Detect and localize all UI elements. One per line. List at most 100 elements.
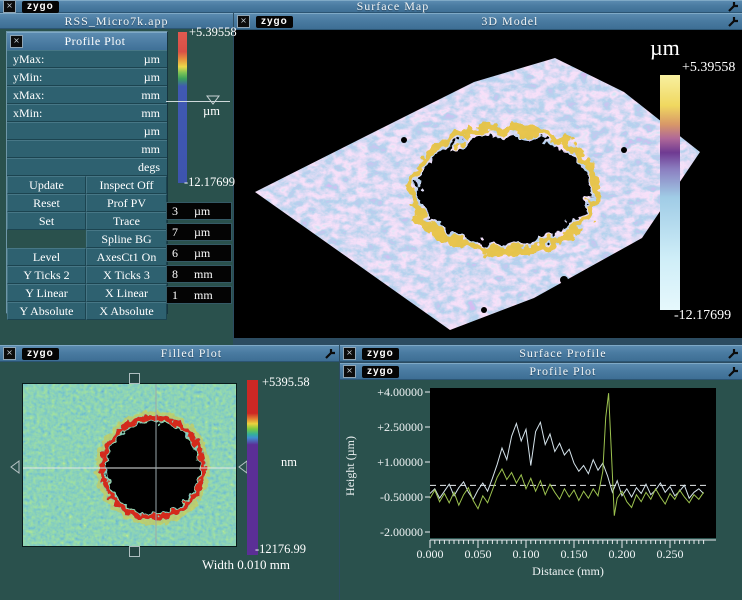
y-axis-title: Height (µm) [343, 436, 357, 496]
xmin-label: xMin: [13, 105, 43, 120]
app-window-rss-micro7k: RSS_Micro7k.app × Profile Plot yMax: µm y… [0, 13, 237, 345]
ymax-label: yMax: [13, 51, 45, 66]
model-3d-titlebar[interactable]: × zygo 3D Model [234, 13, 742, 30]
panel-menu-icon[interactable]: × [237, 15, 250, 28]
ymin-field[interactable]: yMin: µm [7, 68, 167, 86]
x-absolute-button[interactable]: X Absolute [86, 302, 167, 320]
height-colorbar [178, 32, 187, 183]
scale-min-label: -12.17699 [674, 308, 732, 323]
mm-field[interactable]: mm [7, 140, 167, 158]
window-menu-icon[interactable]: × [3, 0, 16, 13]
zygo-logo: zygo [22, 347, 59, 360]
wrench-icon[interactable] [727, 0, 740, 13]
y-tick-label: +1.00000 [377, 455, 423, 469]
surface-profile-panel: × zygo Surface Profile × zygo Profile Pl… [340, 345, 742, 600]
spline-bg-button[interactable]: Spline BG [86, 230, 167, 248]
panel-menu-icon[interactable]: × [3, 347, 16, 360]
trace-button[interactable]: Trace [86, 212, 167, 230]
main-title: Surface Map [356, 0, 430, 13]
main-titlebar: × zygo Surface Map [0, 0, 742, 13]
y-absolute-button[interactable]: Y Absolute [7, 302, 86, 320]
y-linear-button[interactable]: Y Linear [7, 284, 86, 302]
filled-scale-min-label: -12176.99 [255, 542, 307, 556]
update-button[interactable]: Update [7, 176, 86, 194]
xmax-label: xMax: [13, 87, 45, 102]
wrench-icon[interactable] [324, 347, 337, 360]
inspect-off-button[interactable]: Inspect Off [86, 176, 167, 194]
axesctl-on-button[interactable]: AxesCt1 On [86, 248, 167, 266]
profile-plot-controls: × Profile Plot yMax: µm yMin: µm xMax: mm x… [6, 31, 168, 320]
profile-plot-titlebar[interactable]: × zygo Profile Plot [340, 363, 742, 380]
colorbar-marker-line[interactable] [166, 101, 230, 102]
x-tick-label: 0.100 [513, 547, 540, 561]
x-tick-label: 0.250 [657, 547, 684, 561]
x-linear-button[interactable]: X Linear [86, 284, 167, 302]
profile-plot-controls-title: Profile Plot [64, 33, 126, 48]
filled-plot-panel: × zygo Filled Plot +5395.58 nm -12176.99… [0, 345, 339, 600]
zygo-logo: zygo [22, 0, 59, 13]
model-3d-panel: × zygo 3D Model µm +5.39558 -12.17699 [234, 13, 742, 338]
xmax-field[interactable]: xMax: mm [7, 86, 167, 104]
scale-unit-label: µm [650, 35, 680, 60]
panel-menu-icon[interactable]: × [343, 347, 356, 360]
um-field[interactable]: µm [7, 122, 167, 140]
crosshair-top-handle[interactable] [129, 373, 140, 384]
y-ticks-button[interactable]: Y Ticks 2 [7, 266, 86, 284]
wrench-icon[interactable] [727, 365, 740, 378]
value-field-5[interactable]: 1 mm [166, 286, 232, 304]
set-button[interactable]: Set [7, 212, 86, 230]
crosshair-left-handle[interactable] [10, 460, 20, 474]
value-field-1[interactable]: 3 µm [166, 202, 232, 220]
x-tick-label: 0.000 [417, 547, 444, 561]
zygo-logo: zygo [256, 15, 293, 28]
zygo-logo: zygo [362, 365, 399, 378]
crosshair-bottom-handle[interactable] [129, 546, 140, 557]
xmax-unit: mm [141, 87, 160, 102]
degs-unit: degs [138, 159, 160, 174]
surface-profile-title: Surface Profile [519, 346, 607, 360]
chart-plot-area [430, 388, 716, 538]
filled-plot-title: Filled Plot [160, 346, 223, 360]
profile-plot-controls-header[interactable]: × Profile Plot [7, 32, 167, 50]
colorbar-unit-label: µm [203, 104, 220, 118]
value-field-4[interactable]: 8 mm [166, 265, 232, 283]
y-tick-label: +2.50000 [377, 420, 423, 434]
filled-plot-titlebar[interactable]: × zygo Filled Plot [0, 345, 339, 362]
wrench-icon[interactable] [727, 347, 740, 360]
value-field-3[interactable]: 6 µm [166, 244, 232, 262]
filled-plot-map[interactable] [22, 383, 237, 547]
xmin-field[interactable]: xMin: mm [7, 104, 167, 122]
ymax-field[interactable]: yMax: µm [7, 50, 167, 68]
profile-chart: 0.000 0.050 0.100 0.150 0.200 0.250 Distance (… [343, 385, 716, 578]
ymax-unit: µm [143, 51, 160, 66]
panel-menu-icon[interactable]: × [10, 34, 23, 48]
y-tick-label: +4.00000 [377, 385, 423, 399]
surface-profile-titlebar[interactable]: × zygo Surface Profile [340, 345, 742, 362]
model-3d-title: 3D Model [481, 14, 539, 28]
xmin-unit: mm [141, 105, 160, 120]
x-ticks-button[interactable]: X Ticks 3 [86, 266, 167, 284]
degs-field[interactable]: degs [7, 158, 167, 176]
panel-menu-icon[interactable]: × [343, 365, 356, 378]
reset-button[interactable]: Reset [7, 194, 86, 212]
ymin-label: yMin: [13, 69, 43, 84]
zygo-logo: zygo [362, 347, 399, 360]
mm-unit: mm [141, 141, 160, 156]
colorbar-max-label: +5.39558 [189, 25, 237, 39]
prof-pv-button[interactable]: Prof PV [86, 194, 167, 212]
value-field-2[interactable]: 7 µm [166, 223, 232, 241]
x-tick-label: 0.050 [465, 547, 492, 561]
profile-plot-window-title: Profile Plot [529, 364, 597, 378]
spacer-cell [7, 230, 86, 248]
filled-scale-max-label: +5395.58 [262, 375, 310, 389]
width-readout: Width 0.010 mm [202, 557, 290, 572]
colorbar-min-label: -12.17699 [184, 175, 236, 189]
um-unit: µm [143, 123, 160, 138]
level-button[interactable]: Level [7, 248, 86, 266]
ymin-unit: µm [143, 69, 160, 84]
height-colorbar-3d [660, 75, 680, 310]
y-tick-label: -2.00000 [380, 525, 423, 539]
filled-plot-colorbar [247, 380, 258, 555]
wrench-icon[interactable] [727, 15, 740, 28]
x-tick-label: 0.200 [609, 547, 636, 561]
